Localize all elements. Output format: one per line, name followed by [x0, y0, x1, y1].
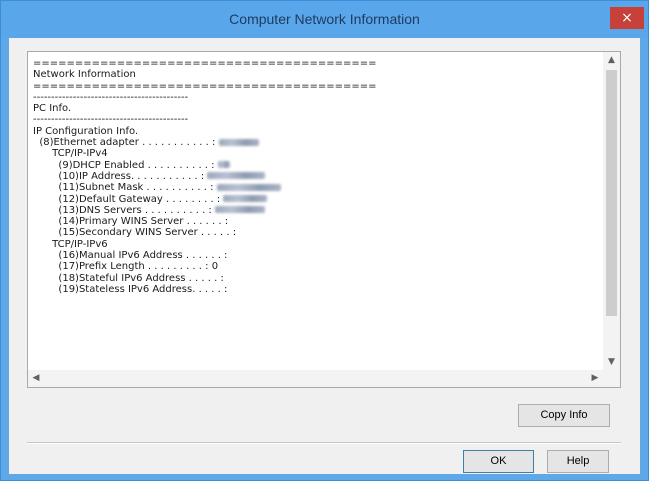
- redacted-value: [217, 161, 230, 169]
- info-line-ip: (10)IP Address. . . . . . . . . . . :: [33, 171, 613, 182]
- scroll-up-icon[interactable]: ▲: [603, 54, 620, 66]
- ok-button[interactable]: OK: [463, 450, 534, 473]
- info-line-label: (8)Ethernet adapter . . . . . . . . . . …: [33, 137, 219, 149]
- info-line-label: (17)Prefix Length . . . . . . . . . :: [33, 261, 212, 273]
- info-line-label: (13)DNS Servers . . . . . . . . . . :: [33, 204, 215, 216]
- redacted-value: [214, 206, 265, 214]
- window-title: Computer Network Information: [229, 11, 420, 27]
- info-line: ========================================…: [33, 58, 377, 69]
- info-line-dhcp: (9)DHCP Enabled . . . . . . . . . . :: [33, 160, 613, 171]
- info-line: TCP/IP-IPv6: [33, 238, 108, 250]
- copy-info-button[interactable]: Copy Info: [518, 404, 610, 427]
- dialog-client-area: ========================================…: [9, 38, 640, 474]
- scroll-right-icon[interactable]: ▶: [589, 372, 601, 384]
- title-bar[interactable]: Computer Network Information ×: [1, 1, 648, 38]
- info-line-label: (9)DHCP Enabled . . . . . . . . . . :: [33, 159, 218, 171]
- network-info-dialog: Computer Network Information × =========…: [0, 0, 649, 481]
- scroll-left-icon[interactable]: ◀: [30, 372, 42, 384]
- info-line: (18)Stateful IPv6 Address . . . . . :: [33, 272, 224, 284]
- info-line: TCP/IP-IPv4: [33, 148, 108, 160]
- info-line: (19)Stateless IPv6 Address. . . . . :: [33, 283, 228, 295]
- redacted-value: [216, 183, 281, 191]
- dialog-separator: [27, 442, 621, 444]
- vertical-scrollbar[interactable]: ▲ ▼: [603, 52, 620, 370]
- info-line-label: (11)Subnet Mask . . . . . . . . . . :: [33, 182, 217, 194]
- info-line-ethernet: (8)Ethernet adapter . . . . . . . . . . …: [33, 137, 613, 148]
- close-button[interactable]: ×: [610, 7, 644, 29]
- info-line: Network Information: [33, 69, 136, 81]
- vertical-scroll-thumb[interactable]: [606, 70, 617, 316]
- info-line: ----------------------------------------…: [33, 114, 189, 126]
- info-line-label: (10)IP Address. . . . . . . . . . . :: [33, 170, 208, 182]
- network-info-text: ========================================…: [33, 58, 613, 368]
- info-line: ========================================…: [33, 80, 377, 92]
- scroll-down-icon[interactable]: ▼: [603, 356, 620, 368]
- prefix-length-value: 0: [211, 261, 219, 273]
- info-line-gateway: (12)Default Gateway . . . . . . . . :: [33, 194, 613, 205]
- redacted-value: [218, 138, 259, 146]
- info-line-prefix: (17)Prefix Length . . . . . . . . . : 0: [33, 261, 613, 272]
- info-line: (14)Primary WINS Server . . . . . . :: [33, 216, 229, 228]
- horizontal-scrollbar[interactable]: ◀ ▶: [28, 370, 603, 387]
- redacted-value: [223, 195, 268, 203]
- info-line: (15)Secondary WINS Server . . . . . :: [33, 227, 237, 239]
- info-line-label: (12)Default Gateway . . . . . . . . :: [33, 193, 224, 205]
- help-button[interactable]: Help: [547, 450, 609, 473]
- info-line: (16)Manual IPv6 Address . . . . . . :: [33, 250, 228, 262]
- network-info-textbox[interactable]: ========================================…: [27, 51, 621, 388]
- redacted-value: [207, 172, 266, 180]
- info-line: PC Info.: [33, 103, 72, 115]
- info-line-subnet: (11)Subnet Mask . . . . . . . . . . :: [33, 182, 613, 193]
- scrollbar-corner: [603, 370, 620, 387]
- info-line-dns: (13)DNS Servers . . . . . . . . . . :: [33, 205, 613, 216]
- info-line: ----------------------------------------…: [33, 91, 189, 103]
- info-line: IP Configuration Info.: [33, 125, 139, 137]
